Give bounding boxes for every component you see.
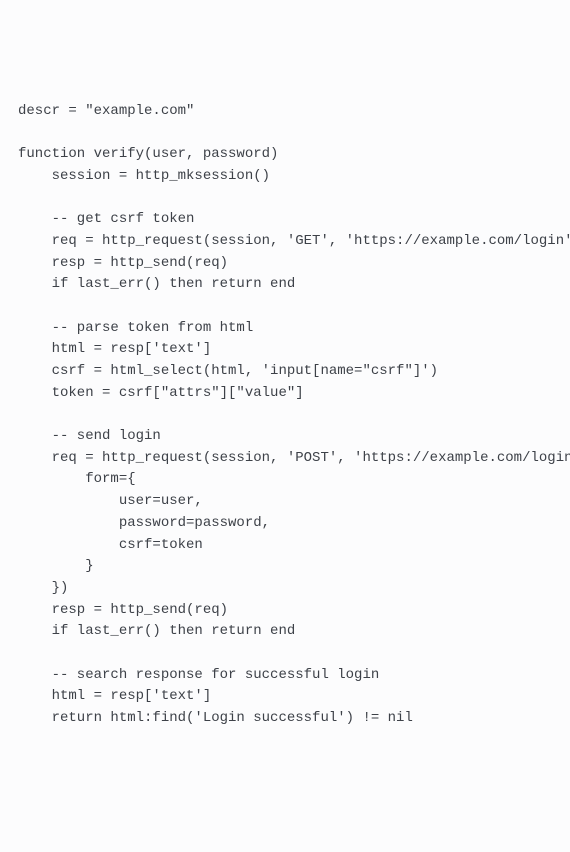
code-line: -- parse token from html bbox=[18, 320, 253, 336]
code-line: -- send login bbox=[18, 428, 161, 444]
code-line: return html:find('Login successful') != … bbox=[18, 710, 413, 726]
code-line: csrf=token bbox=[18, 537, 203, 553]
code-line: req = http_request(session, 'POST', 'htt… bbox=[18, 450, 570, 466]
code-line: password=password, bbox=[18, 515, 270, 531]
code-line: -- search response for successful login bbox=[18, 667, 379, 683]
code-line: }) bbox=[18, 580, 68, 596]
code-line: html = resp['text'] bbox=[18, 341, 211, 357]
code-line: csrf = html_select(html, 'input[name="cs… bbox=[18, 363, 438, 379]
code-line: descr = "example.com" bbox=[18, 103, 194, 119]
code-line: req = http_request(session, 'GET', 'http… bbox=[18, 233, 570, 249]
code-line: session = http_mksession() bbox=[18, 168, 270, 184]
code-block: descr = "example.com" function verify(us… bbox=[18, 101, 552, 730]
code-line: html = resp['text'] bbox=[18, 688, 211, 704]
code-line: form={ bbox=[18, 471, 136, 487]
code-line: user=user, bbox=[18, 493, 203, 509]
code-line: token = csrf["attrs"]["value"] bbox=[18, 385, 304, 401]
code-line: function verify(user, password) bbox=[18, 146, 278, 162]
code-line: resp = http_send(req) bbox=[18, 255, 228, 271]
code-line: if last_err() then return end bbox=[18, 623, 295, 639]
code-line: if last_err() then return end bbox=[18, 276, 295, 292]
code-line: } bbox=[18, 558, 94, 574]
code-line: -- get csrf token bbox=[18, 211, 194, 227]
